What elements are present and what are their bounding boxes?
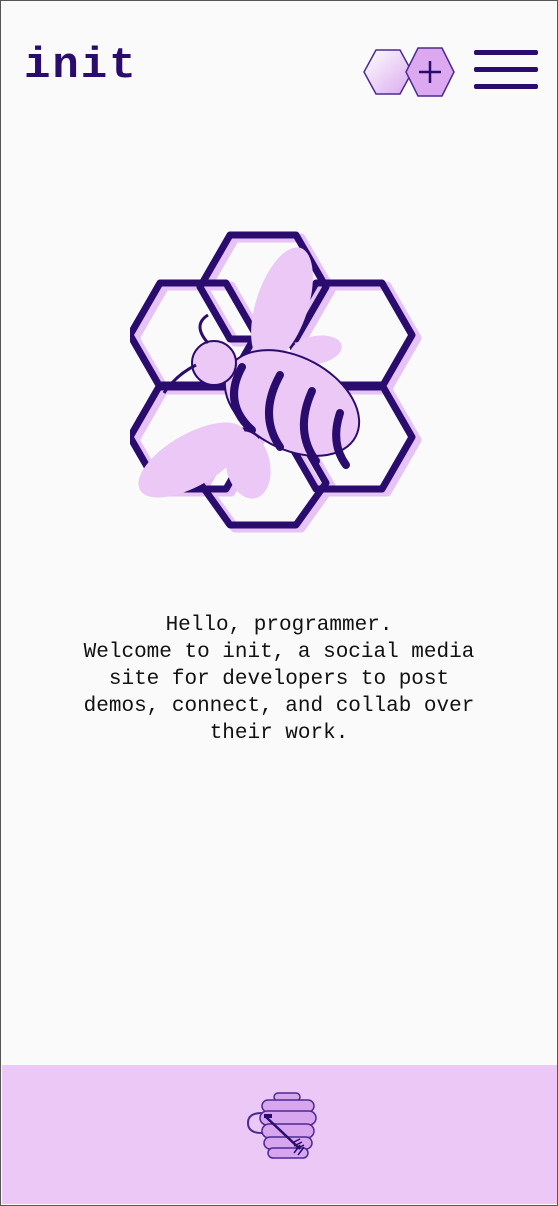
footer-bar bbox=[2, 1065, 557, 1204]
honey-pot-icon bbox=[246, 1092, 317, 1159]
welcome-line: Hello, programmer. bbox=[165, 614, 393, 637]
welcome-message: Hello, programmer. Welcome to init, a so… bbox=[20, 612, 538, 747]
welcome-line: site for developers to post bbox=[108, 668, 450, 691]
welcome-line: their work. bbox=[209, 722, 349, 745]
menu-line bbox=[474, 67, 538, 72]
hero-image bbox=[126, 225, 430, 535]
bee-honeycomb-icon bbox=[126, 231, 422, 533]
menu-line bbox=[474, 84, 538, 89]
add-post-button[interactable] bbox=[360, 44, 456, 100]
page-frame bbox=[0, 0, 558, 1206]
top-header: init bbox=[0, 0, 558, 140]
site-logo[interactable]: init bbox=[24, 44, 138, 88]
menu-line bbox=[474, 50, 538, 55]
menu-button[interactable] bbox=[472, 48, 540, 94]
honey-pot-button[interactable] bbox=[242, 1091, 318, 1163]
hexagon-plus-icon bbox=[363, 47, 455, 97]
welcome-line: Welcome to init, a social media bbox=[83, 641, 475, 664]
welcome-line: demos, connect, and collab over bbox=[83, 695, 475, 718]
